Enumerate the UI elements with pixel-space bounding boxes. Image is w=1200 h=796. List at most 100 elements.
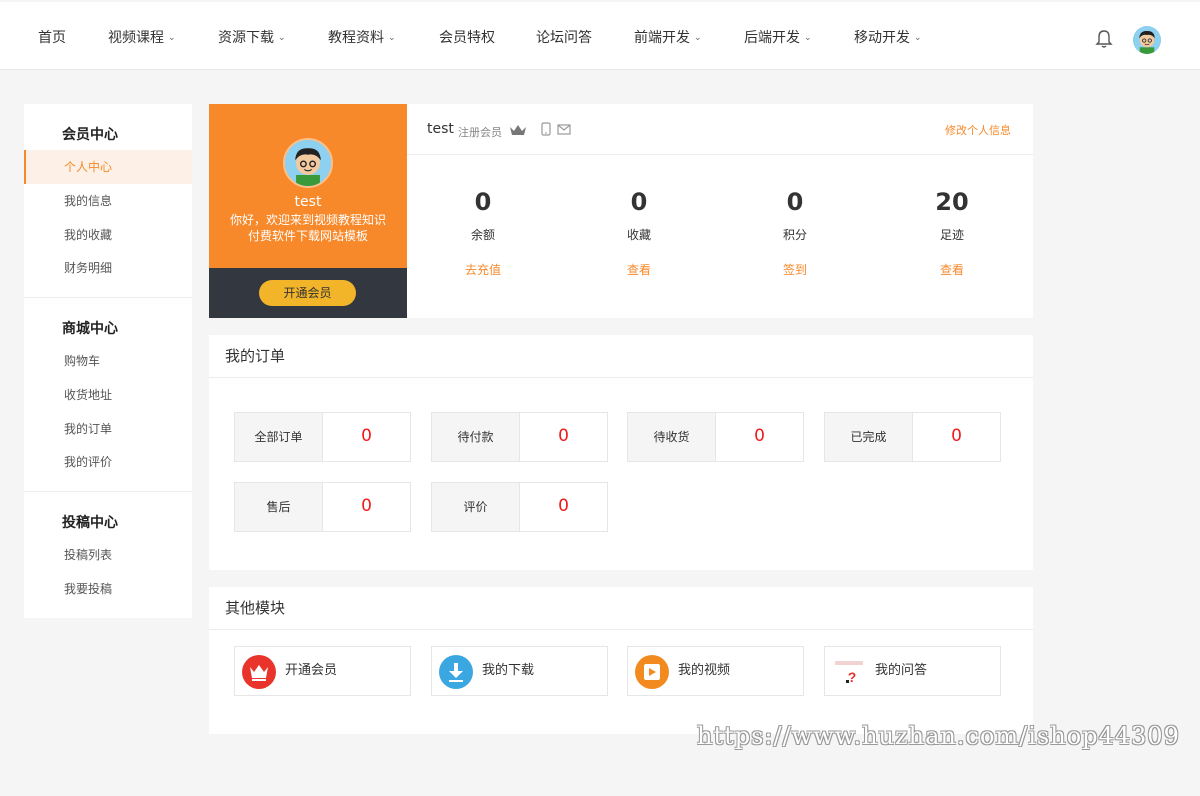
nav-item-home[interactable]: 首页 [38,27,66,47]
recharge-link[interactable]: 去充值 [423,261,543,278]
sidebar-group-title: 会员中心 [62,127,118,143]
order-pending-payment[interactable]: 待付款 0 [431,412,608,462]
module-label: 我的问答 [875,663,928,678]
order-label: 待收货 [628,413,716,461]
svg-text:?: ? [848,669,857,685]
nav-label: 前端开发 [634,30,690,46]
order-count: 0 [558,426,569,446]
bell-icon[interactable] [1094,28,1114,50]
nav-item-mobile[interactable]: 移动开发 ⌄ [854,27,922,47]
nav-item-backend[interactable]: 后端开发 ⌄ [744,27,812,47]
sidebar: 会员中心 个人中心 我的信息 我的收藏 财务明细 商城中心 购物车 收货地址 我… [24,104,192,618]
sidebar-item-my-info[interactable]: 我的信息 [24,184,192,218]
nav-item-video-courses[interactable]: 视频课程 ⌄ [108,27,176,47]
chevron-down-icon: ⌄ [914,33,922,43]
stat-value: 0 [630,188,648,216]
nav-item-vip-privileges[interactable]: 会员特权 [439,27,495,47]
sidebar-group-title: 投稿中心 [62,515,118,531]
sidebar-item-cart[interactable]: 购物车 [24,344,192,378]
top-navbar: 首页 视频课程 ⌄ 资源下载 ⌄ 教程资料 ⌄ 会员特权 论坛问答 前端开发 ⌄ 后端开… [0,2,1200,70]
module-my-qa[interactable]: ? 我的问答 [824,646,1001,696]
stat-value: 0 [786,188,804,216]
profile-header: test 注册会员 修改个人信息 [407,104,1033,155]
nav-item-forum[interactable]: 论坛问答 [536,27,592,47]
sidebar-group-title: 商城中心 [62,321,118,337]
stat-favorites: 0 收藏 查看 [579,184,699,278]
profile-avatar [283,138,333,188]
order-completed[interactable]: 已完成 0 [824,412,1001,462]
member-level: 注册会员 [458,126,502,139]
chevron-down-icon: ⌄ [168,33,176,43]
watermark-text: https://www.huzhan.com/ishop44309 [697,722,1180,750]
crown-icon [242,655,276,689]
welcome-text: 你好，欢迎来到视频教程知识付费软件下载网站模板 [229,213,386,243]
stat-label: 余额 [470,228,495,242]
stat-label: 足迹 [939,228,964,242]
nav-item-frontend[interactable]: 前端开发 ⌄ [634,27,702,47]
chevron-down-icon: ⌄ [804,33,812,43]
edit-profile-link[interactable]: 修改个人信息 [945,122,1011,138]
user-avatar[interactable] [1133,26,1161,54]
stat-points: 0 积分 签到 [735,184,855,278]
order-label: 评价 [432,483,520,531]
order-after-sales[interactable]: 售后 0 [234,482,411,532]
module-label: 我的下载 [482,663,535,678]
view-footprints-link[interactable]: 查看 [892,261,1012,278]
order-all[interactable]: 全部订单 0 [234,412,411,462]
sidebar-item-submit[interactable]: 我要投稿 [24,572,192,606]
sidebar-divider [24,297,192,298]
sidebar-item-finance[interactable]: 财务明细 [24,251,192,285]
sidebar-item-submissions[interactable]: 投稿列表 [24,538,192,572]
order-count: 0 [558,496,569,516]
order-pending-receipt[interactable]: 待收货 0 [627,412,804,462]
download-icon [439,655,473,689]
modules-panel: 其他模块 开通会员 我的下载 我的视频 ? 我的问答 [209,587,1033,734]
mail-icon[interactable] [557,124,571,135]
order-count: 0 [361,426,372,446]
stat-balance: 0 余额 去充值 [423,184,543,278]
username: test [427,121,454,137]
nav-item-downloads[interactable]: 资源下载 ⌄ [218,27,286,47]
nav-label: 教程资料 [328,30,384,46]
nav-label: 视频课程 [108,30,164,46]
sidebar-item-reviews[interactable]: 我的评价 [24,445,192,479]
order-label: 售后 [235,483,323,531]
order-count: 0 [951,426,962,446]
phone-icon[interactable] [541,122,551,136]
order-count: 0 [361,496,372,516]
crown-icon [509,123,527,137]
stat-value: 0 [474,188,492,216]
order-review[interactable]: 评价 0 [431,482,608,532]
sidebar-item-orders[interactable]: 我的订单 [24,412,192,446]
stat-label: 积分 [782,228,807,242]
nav-label: 移动开发 [854,30,910,46]
open-vip-button[interactable]: 开通会员 [259,280,356,306]
module-my-downloads[interactable]: 我的下载 [431,646,608,696]
stat-value: 20 [935,188,969,216]
order-count: 0 [754,426,765,446]
sidebar-item-address[interactable]: 收货地址 [24,378,192,412]
view-favorites-link[interactable]: 查看 [579,261,699,278]
modules-title: 其他模块 [209,587,1033,630]
chevron-down-icon: ⌄ [278,33,286,43]
stat-footprints: 20 足迹 查看 [892,184,1012,278]
chevron-down-icon: ⌄ [388,33,396,43]
orders-title: 我的订单 [209,335,1033,378]
sidebar-divider [24,491,192,492]
profile-stats-card: test 注册会员 修改个人信息 0 余额 去充值 0 收藏 查看 0 积分 签… [407,104,1033,318]
nav-label: 论坛问答 [536,30,592,46]
module-open-vip[interactable]: 开通会员 [234,646,411,696]
order-label: 全部订单 [235,413,323,461]
stat-label: 收藏 [626,228,651,242]
module-my-videos[interactable]: 我的视频 [627,646,804,696]
profile-name: test [294,194,322,210]
chevron-down-icon: ⌄ [694,33,702,43]
nav-label: 资源下载 [218,30,274,46]
play-icon [635,655,669,689]
sidebar-item-personal-center[interactable]: 个人中心 [24,150,192,184]
sidebar-item-favorites[interactable]: 我的收藏 [24,218,192,252]
nav-item-tutorials[interactable]: 教程资料 ⌄ [328,27,396,47]
order-label: 待付款 [432,413,520,461]
nav-label: 首页 [38,30,66,46]
checkin-link[interactable]: 签到 [735,261,855,278]
